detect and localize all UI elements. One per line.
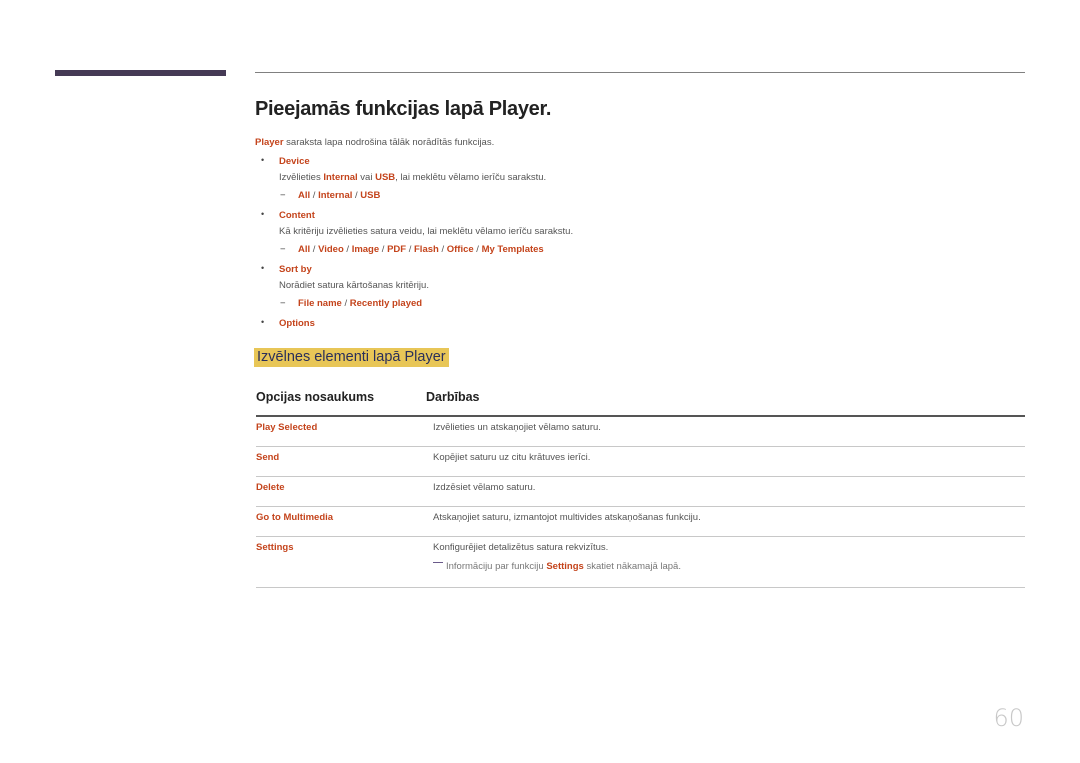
desc-text: , lai meklētu vēlamo ierīču sarakstu.	[395, 172, 547, 183]
option-action: Atskaņojiet saturu, izmantojot multivide…	[433, 512, 701, 523]
desc-term-internal: Internal	[323, 172, 358, 183]
intro-paragraph: Player saraksta lapa nodrošina tālāk nor…	[255, 137, 494, 148]
desc-term-usb: USB	[375, 172, 396, 183]
feature-description: Izvēlieties Internal vai USB, lai meklēt…	[279, 171, 955, 184]
feature-description: Norādiet satura kārtošanas kritēriju.	[279, 280, 429, 291]
option-value: Recently played	[349, 298, 423, 309]
separator: /	[473, 244, 482, 255]
option-action: Kopējiet saturu uz citu krātuves ierīci.	[433, 452, 591, 463]
separator: /	[310, 244, 319, 255]
desc-text: Izvēlieties	[279, 172, 324, 183]
feature-description: Kā kritēriju izvēlieties satura veidu, l…	[279, 226, 574, 237]
option-name: Play Selected	[256, 422, 318, 433]
option-action: Izdzēsiet vēlamo saturu.	[433, 482, 536, 493]
column-header-actions: Darbības	[426, 390, 480, 404]
option-name: Send	[256, 452, 280, 463]
intro-player-term: Player	[255, 137, 284, 148]
feature-list: • Device Izvēlieties Internal vai USB, l…	[255, 155, 955, 330]
note-text: Informāciju par funkciju	[446, 561, 547, 572]
option-values: − File name / Recently played	[279, 297, 955, 310]
feature-label: Device	[279, 156, 310, 167]
page-number: 60	[993, 704, 1024, 732]
option-value: Flash	[414, 244, 439, 255]
feature-item-content: • Content Kā kritēriju izvēlieties satur…	[255, 209, 955, 256]
option-value: Video	[318, 244, 344, 255]
option-action: Izvēlieties un atskaņojiet vēlamo saturu…	[433, 422, 601, 433]
header-rule	[255, 72, 1025, 73]
dash-icon: −	[280, 298, 286, 309]
note-text: skatiet nākamajā lapā.	[583, 561, 681, 572]
note-icon	[433, 562, 443, 563]
option-value: File name	[298, 298, 342, 309]
settings-note: Informāciju par funkciju Settings skatie…	[433, 561, 681, 572]
feature-item-device: • Device Izvēlieties Internal vai USB, l…	[255, 155, 955, 202]
option-value: Office	[446, 244, 474, 255]
column-header-option-name: Opcijas nosaukums	[256, 390, 375, 404]
option-value: All	[298, 190, 311, 201]
separator: /	[310, 190, 319, 201]
bullet-icon: •	[261, 263, 265, 273]
dash-icon: −	[280, 190, 286, 201]
option-name: Delete	[256, 482, 285, 493]
feature-label: Options	[279, 318, 315, 329]
feature-item-options: • Options	[255, 317, 955, 330]
separator: /	[343, 244, 352, 255]
desc-text: vai	[357, 172, 376, 183]
option-values: − All / Video / Image / PDF / Flash / Of…	[279, 243, 955, 256]
table-row: Delete Izdzēsiet vēlamo saturu.	[256, 477, 1025, 507]
option-name: Settings	[256, 542, 294, 553]
table-row: Settings Konfigurējiet detalizētus satur…	[256, 537, 1025, 588]
table-row: Play Selected Izvēlieties un atskaņojiet…	[256, 417, 1025, 447]
separator: /	[438, 244, 447, 255]
section-heading: Izvēlnes elementi lapā Player	[254, 348, 449, 367]
intro-text: saraksta lapa nodrošina tālāk norādītās …	[283, 137, 495, 148]
option-value: PDF	[387, 244, 407, 255]
bullet-icon: •	[261, 317, 265, 327]
option-value: My Templates	[481, 244, 544, 255]
separator: /	[341, 298, 350, 309]
note-term-settings: Settings	[546, 561, 584, 572]
page-title: Pieejamās funkcijas lapā Player.	[255, 98, 552, 120]
option-value: Internal	[318, 190, 353, 201]
option-values: − All / Internal / USB	[279, 189, 955, 202]
separator: /	[406, 244, 414, 255]
dash-icon: −	[280, 244, 286, 255]
feature-label: Sort by	[279, 264, 312, 275]
option-value: USB	[360, 190, 381, 201]
table-header: Opcijas nosaukums Darbības	[256, 388, 1025, 417]
menu-items-table: Opcijas nosaukums Darbības Play Selected…	[256, 388, 1025, 588]
table-row: Send Kopējiet saturu uz citu krātuves ie…	[256, 447, 1025, 477]
feature-label: Content	[279, 210, 315, 221]
option-value: Image	[351, 244, 380, 255]
option-action: Konfigurējiet detalizētus satura rekvizī…	[433, 542, 609, 553]
feature-item-sort-by: • Sort by Norādiet satura kārtošanas kri…	[255, 263, 955, 310]
bullet-icon: •	[261, 155, 265, 165]
header-accent-bar	[55, 70, 226, 76]
option-value: All	[298, 244, 311, 255]
table-row: Go to Multimedia Atskaņojiet saturu, izm…	[256, 507, 1025, 537]
bullet-icon: •	[261, 209, 265, 219]
separator: /	[379, 244, 388, 255]
option-name: Go to Multimedia	[256, 512, 334, 523]
